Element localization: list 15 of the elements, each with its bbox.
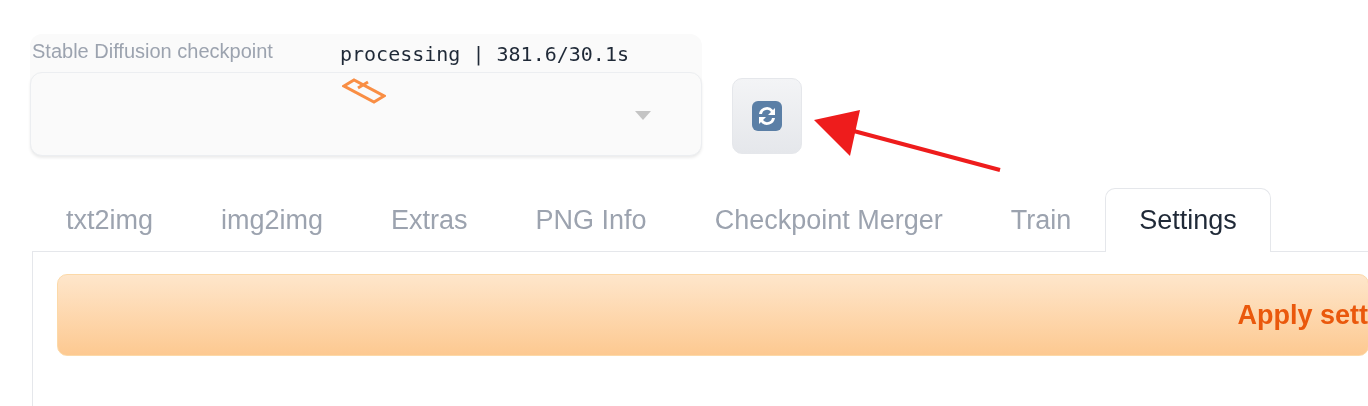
caret-icon — [635, 111, 651, 120]
tab[interactable]: Train — [976, 188, 1106, 252]
checkpoint-label: Stable Diffusion checkpoint — [32, 40, 273, 63]
loading-icon — [342, 78, 386, 106]
tab[interactable]: PNG Info — [501, 188, 681, 252]
checkpoint-dropdown[interactable] — [30, 72, 702, 156]
progress-status: processing | 381.6/30.1s — [340, 42, 629, 66]
tab[interactable]: Extras — [357, 188, 502, 252]
tab[interactable]: img2img — [187, 188, 358, 252]
tab[interactable]: Settings — [1105, 188, 1271, 252]
tab[interactable]: txt2img — [32, 188, 188, 252]
tab[interactable]: Checkpoint Merger — [680, 188, 977, 252]
refresh-button[interactable] — [732, 78, 802, 154]
apply-settings-button[interactable]: Apply sett — [57, 274, 1368, 356]
refresh-icon — [751, 100, 783, 132]
